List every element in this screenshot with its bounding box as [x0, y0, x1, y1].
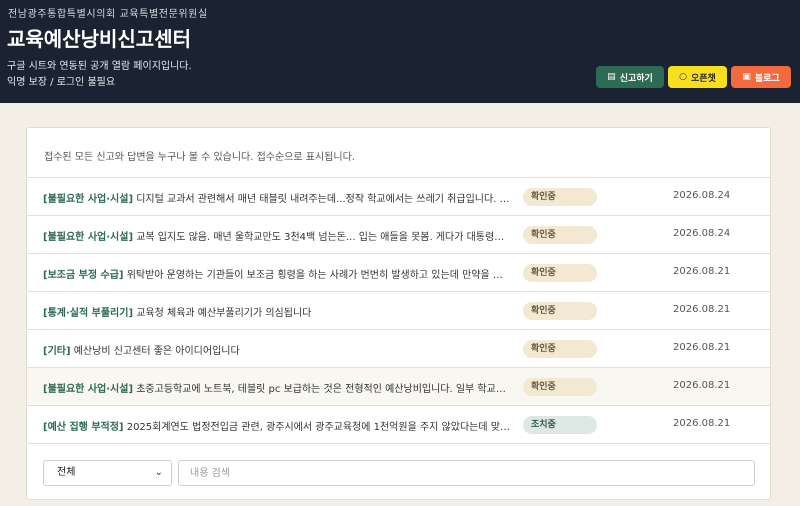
row-date: 2026.08.21	[673, 304, 731, 315]
chat-bubble-icon: ○	[679, 72, 687, 82]
row-date: 2026.08.21	[673, 342, 731, 353]
status-badge: 확인중	[523, 188, 597, 206]
row-date: 2026.08.21	[673, 266, 731, 277]
row-content: 초중고등학교에 노트북, 테블릿 pc 보급하는 것은 전형적인 예산낭비입니다…	[136, 384, 511, 395]
row-date: 2026.08.21	[673, 380, 731, 391]
status-badge: 확인중	[523, 340, 597, 358]
chevron-down-icon: ⌄	[154, 467, 163, 478]
report-list-card: 접수된 모든 신고와 답변을 누구나 볼 수 있습니다. 접수순으로 표시됩니다…	[26, 127, 771, 500]
report-button[interactable]: ▤ 신고하기	[596, 66, 664, 88]
memo-icon: ▤	[607, 72, 616, 82]
search-bar: 전체 ⌄	[43, 460, 755, 486]
site-header: 전남광주통합특별시의회 교육특별전문위원실 교육예산낭비신고센터 구글 시트와 …	[0, 0, 800, 103]
status-badge: 확인중	[523, 226, 597, 244]
row-category: [예산 집행 부적정]	[43, 422, 124, 433]
status-badge: 확인중	[523, 302, 597, 320]
category-filter-select[interactable]: 전체 ⌄	[43, 460, 172, 486]
intro-text: 접수된 모든 신고와 답변을 누구나 볼 수 있습니다. 접수순으로 표시됩니다…	[44, 152, 355, 163]
row-text: [예산 집행 부적정] 2025회계연도 법정전입금 관련, 광주시에서 광주교…	[43, 418, 511, 433]
row-content: 예산낭비 신고센터 좋은 아이디어입니다	[73, 346, 240, 357]
open-chat-button[interactable]: ○ 오픈챗	[668, 66, 727, 88]
page-title: 교육예산낭비신고센터	[7, 27, 191, 51]
blog-button[interactable]: ▣ 블로그	[731, 66, 791, 88]
status-badge: 확인중	[523, 264, 597, 282]
row-text: [불필요한 사업·시설] 초중고등학교에 노트북, 테블릿 pc 보급하는 것은…	[43, 380, 511, 395]
row-date: 2026.08.21	[673, 418, 731, 429]
open-chat-button-label: 오픈챗	[691, 73, 716, 84]
row-category: [기타]	[43, 346, 71, 357]
blog-icon: ▣	[742, 72, 751, 82]
search-input[interactable]	[178, 460, 755, 486]
row-text: [기타] 예산낭비 신고센터 좋은 아이디어입니다	[43, 342, 511, 357]
table-row[interactable]: [불필요한 사업·시설] 교복 입지도 않음. 매년 울학교만도 3천4백 넘는…	[27, 216, 770, 254]
row-category: [불필요한 사업·시설]	[43, 194, 134, 205]
row-date: 2026.08.24	[673, 228, 731, 239]
report-button-label: 신고하기	[619, 73, 653, 84]
row-content: 2025회계연도 법정전입금 관련, 광주시에서 광주교육청에 1천억원을 주지…	[126, 422, 511, 433]
status-badge: 확인중	[523, 378, 597, 396]
row-category: [불필요한 사업·시설]	[43, 232, 134, 243]
blog-button-label: 블로그	[754, 73, 780, 84]
row-category: [불필요한 사업·시설]	[43, 384, 134, 395]
row-content: 교육청 체육과 예산부풀리기가 의심됩니다	[136, 308, 312, 319]
subtitle-anonymous-notice: 익명 보장 / 로그인 불필요	[7, 77, 116, 88]
row-text: [보조금 부정 수급] 위탁받아 운영하는 기관들이 보조금 횡령을 하는 사례…	[43, 266, 511, 281]
row-content: 교복 입지도 않음. 매년 울학교만도 3천4백 넘는돈... 입는 애들을 못…	[136, 232, 511, 243]
row-category: [보조금 부정 수급]	[43, 270, 124, 281]
row-text: [통계·실적 부풀리기] 교육청 체육과 예산부풀리기가 의심됩니다	[43, 304, 511, 319]
table-row[interactable]: [불필요한 사업·시설] 디지털 교과서 관련해서 매년 태블릿 내려주는데..…	[27, 178, 770, 216]
category-filter-value: 전체	[57, 467, 76, 478]
report-list: [불필요한 사업·시설] 디지털 교과서 관련해서 매년 태블릿 내려주는데..…	[27, 177, 770, 444]
status-badge: 조치중	[523, 416, 597, 434]
subtitle-sheet-notice: 구글 시트와 연동된 공개 열람 페이지입니다.	[7, 61, 192, 72]
row-text: [불필요한 사업·시설] 교복 입지도 않음. 매년 울학교만도 3천4백 넘는…	[43, 228, 511, 243]
table-row[interactable]: [통계·실적 부풀리기] 교육청 체육과 예산부풀리기가 의심됩니다 확인중 2…	[27, 292, 770, 330]
row-category: [통계·실적 부풀리기]	[43, 308, 134, 319]
org-name: 전남광주통합특별시의회 교육특별전문위원실	[8, 9, 208, 20]
row-content: 위탁받아 운영하는 기관들이 보조금 횡령을 하는 사례가 번번히 발생하고 있…	[126, 270, 511, 281]
row-text: [불필요한 사업·시설] 디지털 교과서 관련해서 매년 태블릿 내려주는데..…	[43, 190, 511, 205]
table-row[interactable]: [기타] 예산낭비 신고센터 좋은 아이디어입니다 확인중 2026.08.21	[27, 330, 770, 368]
row-content: 디지털 교과서 관련해서 매년 태블릿 내려주는데...정작 학교에서는 쓰레기…	[136, 194, 511, 205]
table-row[interactable]: [보조금 부정 수급] 위탁받아 운영하는 기관들이 보조금 횡령을 하는 사례…	[27, 254, 770, 292]
row-date: 2026.08.24	[673, 190, 731, 201]
table-row[interactable]: [예산 집행 부적정] 2025회계연도 법정전입금 관련, 광주시에서 광주교…	[27, 406, 770, 444]
table-row[interactable]: [불필요한 사업·시설] 초중고등학교에 노트북, 테블릿 pc 보급하는 것은…	[27, 368, 770, 406]
